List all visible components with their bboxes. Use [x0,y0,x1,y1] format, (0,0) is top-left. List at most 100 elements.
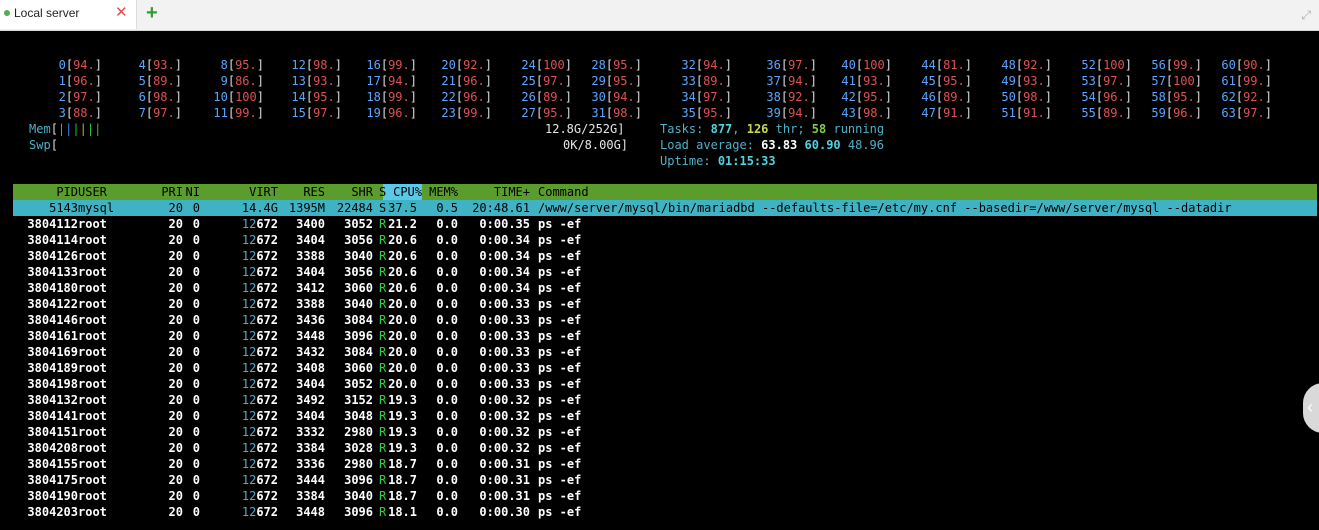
cpu-usage: 89. [943,90,965,104]
table-row[interactable]: 3804175 root 20 0 12672 3444 3096 R 18.7 0.0 0:00.… [13,472,1317,488]
table-row[interactable]: 3804169 root 20 0 12672 3432 3084 R 20.0 0.0 0:00.… [13,344,1317,360]
table-row[interactable]: 3804208 root 20 0 12672 3384 3028 R 19.3 0.0 0:00.… [13,440,1317,456]
cell-ni: 0 [192,361,200,375]
close-icon[interactable]: ✕ [115,5,128,21]
table-row[interactable]: 3804146 root 20 0 12672 3436 3084 R 20.0 0.0 0:00.… [13,312,1317,328]
cell-mem: 0.0 [436,249,458,263]
terminal[interactable]: 0[94.] 1[96.] 2[97.] 3[88.] 4[93.] 5[89.] 6[98… [0,31,1319,530]
column-header-command[interactable]: Command [538,184,589,200]
cell-pri: 20 [168,377,183,391]
column-header-time[interactable]: TIME+ [494,184,530,200]
table-row[interactable]: 3804112 root 20 0 12672 3400 3052 R 21.2 0.0 0:00.… [13,216,1317,232]
cell-user: root [78,361,107,375]
table-row[interactable]: 3804126 root 20 0 12672 3388 3040 R 20.6 0.0 0:00.… [13,248,1317,264]
cpu-usage: 95. [1173,90,1195,104]
column-header-s[interactable]: S [379,184,386,200]
table-row[interactable]: 3804198 root 20 0 12672 3404 3052 R 20.0 0.0 0:00.… [13,376,1317,392]
column-header-pid[interactable]: PID [56,184,78,200]
cpu-id: 56 [1151,58,1166,72]
bracket: ] [484,74,492,88]
process-table-header[interactable]: PID USER PRI NI VIRT RES SHR S CPU% MEM% TIME+ Comm… [13,184,1317,200]
column-header-mem[interactable]: MEM% [429,184,458,200]
cpu-meter: 1[96.] [30,73,102,89]
cell-cmd: /www/server/mysql/bin/mariadbd --default… [538,201,1232,215]
column-header-ni[interactable]: NI [186,184,200,200]
cpu-meter: 33[89.] [660,73,732,89]
add-tab-icon[interactable]: + [146,3,158,23]
tab-label: Local server [14,6,80,20]
cpu-column: 40[100] 41[93.] 42[95.] 43[98.] [820,57,892,121]
table-row[interactable]: 3804132 root 20 0 12672 3492 3152 R 19.3 0.0 0:00.… [13,392,1317,408]
column-header-pri[interactable]: PRI [161,184,183,200]
table-row[interactable]: 3804133 root 20 0 12672 3404 3056 R 20.6 0.0 0:00.… [13,264,1317,280]
column-header-res[interactable]: RES [303,184,325,200]
cpu-meter: 21[96.] [420,73,492,89]
cell-time: 0:00.34 [479,233,530,247]
selected-process-row[interactable]: 5143 mysql 20 0 14.4G 1395M 22484 S 37.5 0.5 20:48… [13,200,1317,216]
cell-virt: 12672 [242,504,278,520]
cpu-column: 48[92.] 49[93.] 50[98.] 51[91.] [980,57,1052,121]
column-header-user[interactable]: USER [78,184,107,200]
cpu-meter: 48[92.] [980,57,1052,73]
table-row[interactable]: 3804203 root 20 0 12672 3448 3096 R 18.1 0.0 0:00.… [13,504,1317,520]
table-row[interactable]: 3804122 root 20 0 12672 3388 3040 R 20.0 0.0 0:00.… [13,296,1317,312]
cell-pid: 3804133 [27,265,78,279]
bracket: [ [1095,106,1104,120]
cpu-meter: 34[97.] [660,89,732,105]
expand-icon[interactable]: ⤢ [1301,8,1311,23]
table-row[interactable]: 3804190 root 20 0 12672 3384 3040 R 18.7 0.0 0:00.… [13,488,1317,504]
cpu-id: 5 [138,74,146,88]
bracket: ] [964,58,972,72]
bracket: [ [1015,90,1024,104]
cell-pri: 20 [168,201,183,215]
column-header-virt[interactable]: VIRT [249,184,278,200]
cell-mem: 0.0 [436,361,458,375]
bracket: ] [964,90,972,104]
bracket: [ [935,58,944,72]
virt-prefix: 12 [241,377,257,391]
cell-user: root [78,313,107,327]
table-row[interactable]: 3804161 root 20 0 12672 3448 3096 R 20.0 0.0 0:00.… [13,328,1317,344]
cell-res: 3400 [296,217,325,231]
cpu-meter: 31[98.] [570,105,642,121]
table-row[interactable]: 3804141 root 20 0 12672 3404 3048 R 19.3 0.0 0:00.… [13,408,1317,424]
cell-pid: 3804189 [27,361,78,375]
cell-user: root [78,409,107,423]
table-row[interactable]: 3804180 root 20 0 12672 3412 3060 R 20.6 0.0 0:00.… [13,280,1317,296]
cell-pid: 3804169 [27,345,78,359]
cpu-id: 9 [220,74,228,88]
bracket: [ [227,74,236,88]
cell-virt: 12672 [242,264,278,280]
table-row[interactable]: 3804189 root 20 0 12672 3408 3060 R 20.0 0.0 0:00.… [13,360,1317,376]
cell-shr: 3096 [344,329,373,343]
cpu-usage: 86. [235,74,257,88]
cpu-usage: 97. [73,90,95,104]
cpu-meter: 19[96.] [345,105,417,121]
table-row[interactable]: 3804114 root 20 0 12672 3404 3056 R 20.6 0.0 0:00.… [13,232,1317,248]
column-header-shr[interactable]: SHR [351,184,373,200]
cpu-usage: 98. [613,106,635,120]
tab-local-server[interactable]: Local server ✕ [0,0,137,29]
cpu-id: 58 [1151,90,1166,104]
cell-virt: 12672 [242,408,278,424]
table-row[interactable]: 3804155 root 20 0 12672 3336 2980 R 18.7 0.0 0:00.… [13,456,1317,472]
cpu-meter: 47[91.] [900,105,972,121]
cpu-usage: 90. [1243,58,1265,72]
cell-virt: 12672 [242,296,278,312]
cpu-meter: 15[97.] [270,105,342,121]
bracket: ] [724,58,732,72]
cell-pri: 20 [168,281,183,295]
bracket: [ [695,90,704,104]
cpu-usage: 96. [463,74,485,88]
cell-pri: 20 [168,313,183,327]
virt-prefix: 12 [241,425,257,439]
cell-cpu: 20.0 [388,297,417,311]
cell-s: S [379,201,387,215]
bracket: [ [535,106,544,120]
cpu-id: 55 [1081,106,1096,120]
cell-shr: 3052 [344,217,373,231]
table-row[interactable]: 3804151 root 20 0 12672 3332 2980 R 19.3 0.0 0:00.… [13,424,1317,440]
column-header-cpu[interactable]: CPU% [393,184,422,200]
bracket: ] [94,58,102,72]
cell-cpu: 18.7 [388,489,417,503]
